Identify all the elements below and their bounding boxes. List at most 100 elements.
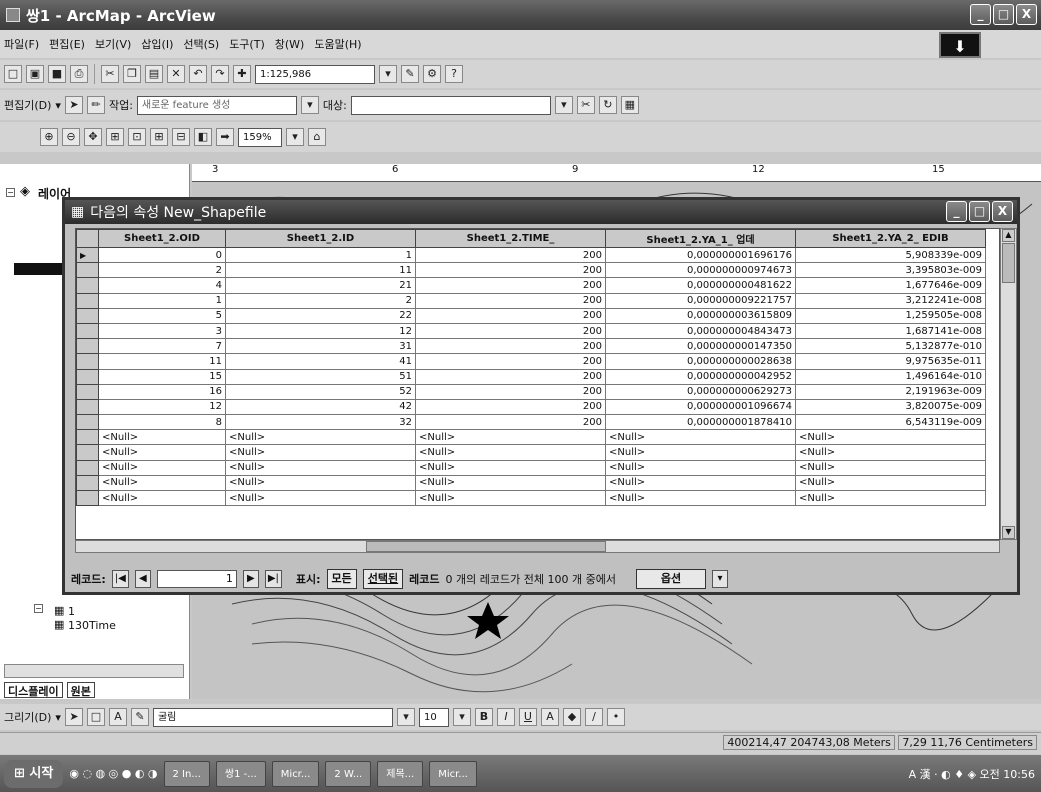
table-cell[interactable]: 4 — [98, 277, 226, 294]
table-cell[interactable]: 12 — [225, 322, 416, 340]
table-cell[interactable]: <Null> — [605, 459, 796, 476]
column-header[interactable]: Sheet1_2.ID — [225, 229, 416, 248]
table-cell[interactable]: 200 — [415, 277, 606, 294]
drawing-menu-arrow-icon[interactable]: ▾ — [55, 711, 61, 724]
row-selector[interactable] — [76, 322, 99, 340]
taskbar-item[interactable]: 제목... — [377, 760, 424, 787]
table-cell[interactable]: 200 — [415, 383, 606, 400]
column-header[interactable]: Sheet1_2.OID — [98, 229, 226, 248]
table-cell[interactable]: 0,000000000629273 — [605, 383, 796, 400]
menu-window[interactable]: 창(W) — [275, 36, 305, 52]
show-all-button[interactable]: 모든 — [326, 569, 357, 589]
toc-expand-toggle[interactable]: − — [6, 188, 15, 197]
menu-insert[interactable]: 삽입(I) — [141, 36, 173, 52]
table-cell[interactable]: 51 — [225, 368, 416, 385]
copy-icon[interactable]: ❐ — [123, 65, 141, 83]
next-extent-icon[interactable]: ➡ — [216, 128, 234, 146]
table-cell[interactable]: 8 — [98, 414, 226, 431]
hscroll-thumb[interactable] — [366, 541, 606, 552]
table-cell[interactable]: 200 — [415, 262, 606, 279]
taskbar-item[interactable]: Micr... — [271, 760, 320, 787]
table-cell[interactable]: 0,000000000481622 — [605, 277, 796, 294]
current-record-field[interactable]: 1 — [156, 570, 237, 588]
menu-selection[interactable]: 선택(S) — [183, 36, 219, 52]
table-row[interactable]: <Null> <Null> <Null> <Null> <Null> — [76, 444, 986, 461]
table-cell[interactable]: <Null> — [795, 429, 986, 446]
editor-menu[interactable]: 편집기(D) — [4, 97, 51, 113]
table-cell[interactable]: 200 — [415, 353, 606, 370]
bold-button[interactable]: B — [474, 708, 493, 726]
table-cell[interactable]: 200 — [415, 368, 606, 385]
table-cell[interactable]: 16 — [98, 383, 226, 400]
taskbar-item[interactable]: 쌍1 -... — [215, 760, 266, 787]
table-cell[interactable]: <Null> — [605, 489, 796, 507]
row-selector[interactable] — [76, 489, 99, 507]
taskbar-item[interactable]: 2 W... — [325, 760, 372, 787]
zoom-out-icon[interactable]: ⊖ — [62, 128, 80, 146]
row-selector[interactable] — [76, 444, 99, 461]
row-selector[interactable] — [76, 353, 99, 370]
table-cell[interactable]: 42 — [225, 398, 416, 416]
table-cell[interactable]: <Null> — [98, 444, 226, 461]
row-selector[interactable] — [76, 429, 99, 446]
table-cell[interactable]: 2 — [225, 292, 416, 309]
options-button[interactable]: 옵션 — [635, 569, 706, 589]
minimize-button[interactable]: _ — [970, 4, 991, 25]
table-row[interactable]: 11 41 200 0,000000000028638 9,975635e-011 — [76, 353, 986, 370]
table-cell[interactable]: 21 — [225, 277, 416, 294]
taskbar-item[interactable]: 2 In... — [163, 760, 210, 787]
table-row[interactable]: 3 12 200 0,000000004843473 1,687141e-008 — [76, 322, 986, 340]
marker-color-icon[interactable]: • — [606, 708, 625, 726]
show-selected-button[interactable]: 선택된 — [362, 569, 404, 589]
row-selector[interactable] — [76, 459, 99, 476]
text-tool-icon[interactable]: A — [108, 708, 127, 726]
zoom-percent-combo[interactable]: 159% — [238, 127, 282, 147]
edit-pointer-icon[interactable]: ➤ — [64, 96, 83, 114]
toc-item-130time[interactable]: 130Time — [68, 619, 116, 632]
table-row[interactable]: <Null> <Null> <Null> <Null> <Null> — [76, 429, 986, 446]
row-selector[interactable] — [76, 474, 99, 492]
table-cell[interactable]: 2,191963e-009 — [795, 383, 986, 400]
table-cell[interactable]: 200 — [415, 292, 606, 309]
target-dropdown-icon[interactable]: ▾ — [554, 96, 573, 114]
maximize-button[interactable]: □ — [993, 4, 1014, 25]
font-dropdown-icon[interactable]: ▾ — [396, 708, 415, 726]
table-cell[interactable]: 1 — [225, 246, 416, 264]
editor-icon[interactable]: ✎ — [401, 65, 419, 83]
new-icon[interactable]: □ — [4, 65, 22, 83]
underline-button[interactable]: U — [518, 708, 537, 726]
row-selector[interactable] — [76, 307, 99, 324]
split-tool-icon[interactable]: ✂ — [576, 96, 595, 114]
help-icon[interactable]: ? — [445, 65, 463, 83]
table-row[interactable]: ▶ 0 1 200 0,000000001696176 5,908339e-009 — [76, 246, 986, 264]
table-cell[interactable]: <Null> — [415, 474, 606, 492]
grid-vscrollbar[interactable]: ▲ ▼ — [1000, 228, 1017, 540]
start-button[interactable]: ⊞ 시작 — [4, 759, 64, 788]
paste-icon[interactable]: ▤ — [145, 65, 163, 83]
table-cell[interactable]: 0,000000000042952 — [605, 368, 796, 385]
scroll-thumb[interactable] — [1002, 243, 1015, 283]
toc-expand-toggle[interactable]: − — [34, 604, 43, 613]
table-cell[interactable]: 1 — [98, 292, 226, 309]
table-cell[interactable]: 0,000000003615809 — [605, 307, 796, 324]
table-cell[interactable]: 5,908339e-009 — [795, 246, 986, 264]
table-row[interactable]: <Null> <Null> <Null> <Null> <Null> — [76, 459, 986, 476]
scale-combo[interactable]: 1:125,986 — [255, 64, 375, 84]
close-button[interactable]: X — [1016, 4, 1037, 25]
open-icon[interactable]: ▣ — [26, 65, 44, 83]
scale-dropdown-icon[interactable]: ▾ — [379, 65, 397, 83]
line-color-icon[interactable]: ∕ — [584, 708, 603, 726]
table-cell[interactable]: 3,395803e-009 — [795, 262, 986, 279]
menu-help[interactable]: 도움말(H) — [314, 36, 361, 52]
zoom-dropdown-icon[interactable]: ▾ — [286, 128, 304, 146]
table-cell[interactable]: 6,543119e-009 — [795, 414, 986, 431]
table-cell[interactable]: 41 — [225, 353, 416, 370]
table-cell[interactable]: 0,000000001096674 — [605, 398, 796, 416]
pan-icon[interactable]: ✥ — [84, 128, 102, 146]
table-cell[interactable]: <Null> — [98, 474, 226, 492]
toc-hscrollbar[interactable] — [4, 664, 184, 678]
column-header[interactable]: Sheet1_2.TIME_ — [415, 229, 606, 248]
table-cell[interactable]: 0,000000004843473 — [605, 322, 796, 340]
table-row[interactable]: 12 42 200 0,000000001096674 3,820075e-009 — [76, 398, 986, 416]
table-cell[interactable]: 0 — [98, 246, 226, 264]
